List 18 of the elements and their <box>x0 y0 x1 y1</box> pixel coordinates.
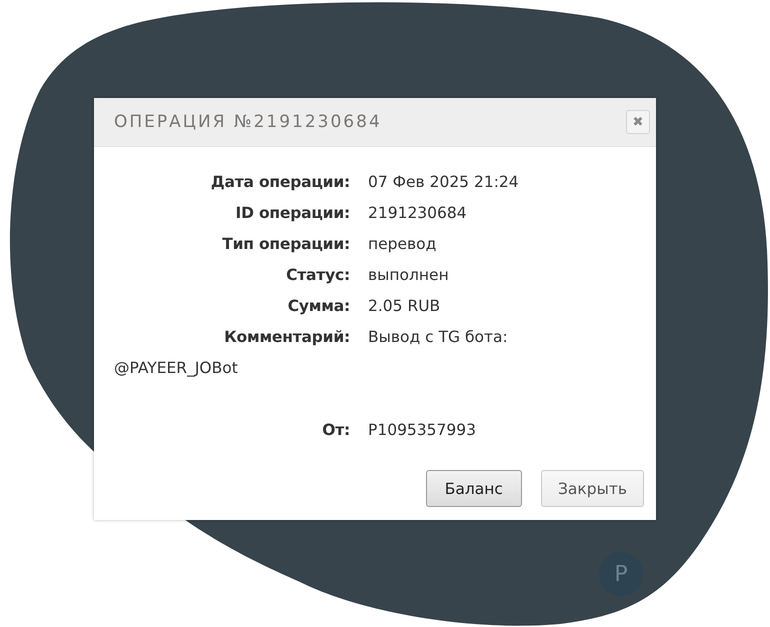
field-value: выполнен <box>368 266 449 284</box>
field-value: перевод <box>368 235 436 253</box>
field-label: Статус: <box>285 265 350 286</box>
dialog-title: ОПЕРАЦИЯ №2191230684 <box>114 112 382 132</box>
field-label: Дата операции: <box>210 172 350 193</box>
field-label: ID операции: <box>234 203 350 224</box>
field-value: 2191230684 <box>368 204 467 222</box>
field-value: Вывод с TG бота: <box>368 328 508 346</box>
dialog-button[interactable]: Закрыть <box>540 470 644 507</box>
field-value: P1095357993 <box>368 421 476 439</box>
field-value: @PAYEER_JOBot <box>114 359 238 377</box>
field-label: Сумма: <box>286 296 350 317</box>
field-label: От: <box>321 420 350 441</box>
field-label: Тип операции: <box>221 234 350 255</box>
field-label: Комментарий: <box>223 327 350 348</box>
dialog-button[interactable]: Баланс <box>426 470 522 507</box>
field-value: 07 Фев 2025 21:24 <box>368 173 519 191</box>
field-value: 2.05 RUB <box>368 297 440 315</box>
